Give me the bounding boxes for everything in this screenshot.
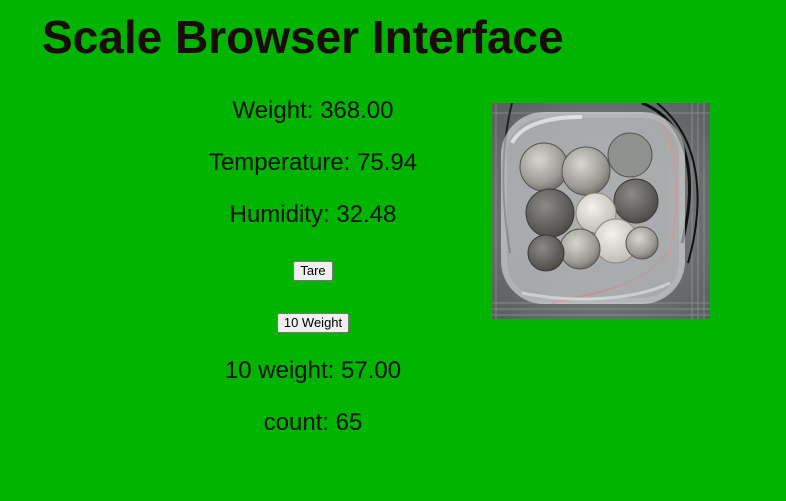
ten-weight-button-row: 10 Weight [163,313,463,333]
count-reading: count: 65 [263,409,363,436]
temperature-reading: Temperature: 75.94 [208,149,418,176]
ten-weight-button[interactable]: 10 Weight [276,313,350,333]
coins-in-container-photo [492,103,710,319]
camera-image [492,103,710,319]
page-title: Scale Browser Interface [42,11,564,63]
humidity-reading: Humidity: 32.48 [229,201,397,228]
tare-button-row: Tare [163,261,463,281]
tare-button[interactable]: Tare [293,261,333,281]
ten-weight-reading: 10 weight: 57.00 [224,357,402,384]
weight-reading: Weight: 368.00 [232,97,394,124]
